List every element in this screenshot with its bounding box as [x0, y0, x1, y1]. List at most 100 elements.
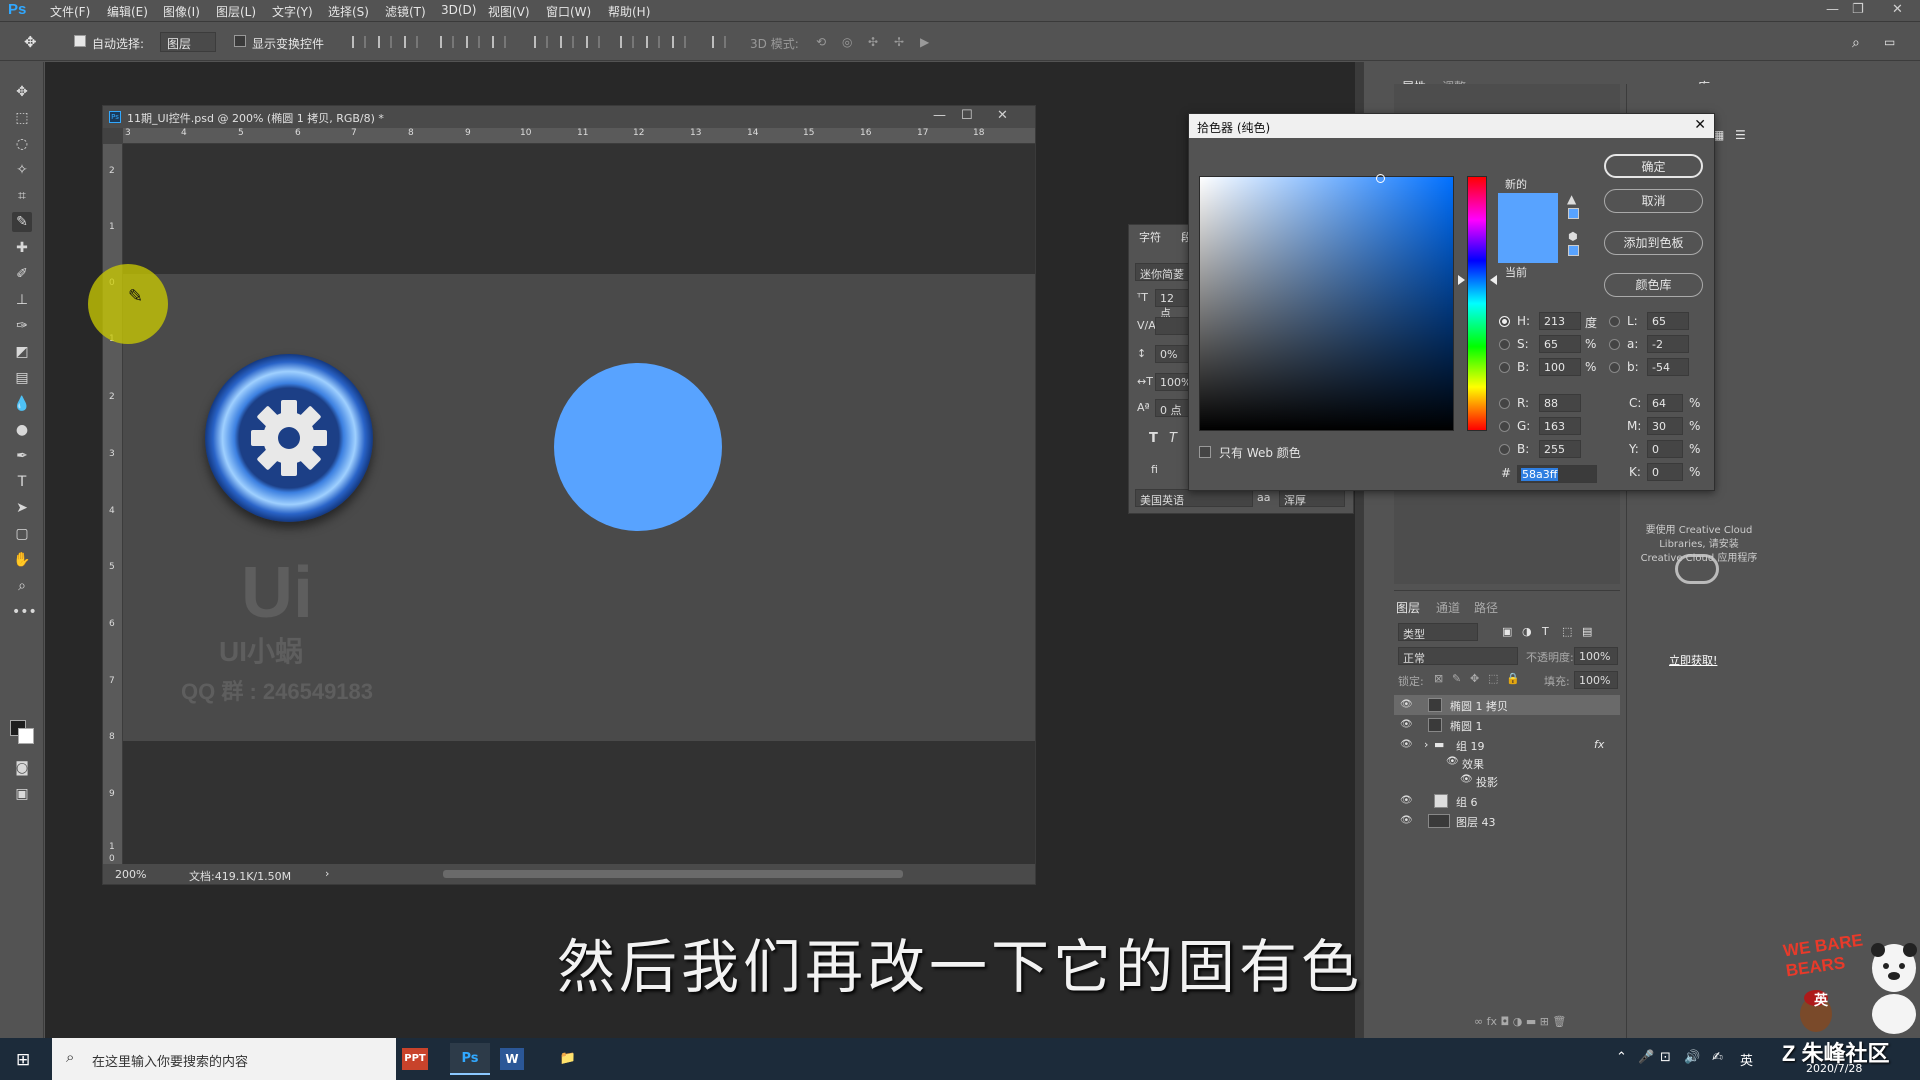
layer-row[interactable]: 👁 › ▬ 组 19 fx [1394, 735, 1620, 755]
distribute-top-icon[interactable] [534, 36, 548, 48]
saturation-field[interactable]: 65 [1539, 335, 1581, 353]
ligature-icon[interactable]: fi [1151, 463, 1158, 476]
crop-tool-icon[interactable]: ⌗ [12, 186, 32, 206]
lock-pixels-icon[interactable]: ✎ [1452, 672, 1461, 685]
filter-shape-icon[interactable]: ⬚ [1562, 625, 1572, 638]
blue-ellipse-shape[interactable] [554, 363, 722, 531]
color-libraries-button[interactable]: 颜色库 [1604, 273, 1703, 297]
menu-help[interactable]: 帮助(H) [608, 3, 650, 20]
menu-layer[interactable]: 图层(L) [216, 3, 256, 20]
lasso-tool-icon[interactable]: ◌ [12, 134, 32, 154]
eye-icon[interactable]: 👁 [1446, 756, 1459, 767]
file-explorer-icon[interactable]: 📁 [548, 1043, 588, 1075]
horizontal-ruler[interactable]: 3 4 5 6 7 8 9 10 11 12 13 14 15 16 17 18 [123, 128, 1035, 144]
hue-slider-handle-right[interactable] [1490, 275, 1497, 285]
anti-alias-dropdown[interactable]: 浑厚 [1279, 489, 1345, 507]
vertical-ruler[interactable]: 2 1 0 1 2 3 4 5 6 7 8 9 1 0 [103, 144, 123, 864]
move-tool-icon[interactable]: ✥ [24, 33, 37, 51]
fx-badge[interactable]: fx [1594, 738, 1604, 751]
word-app-icon[interactable]: W [500, 1048, 524, 1070]
green-field[interactable]: 163 [1539, 417, 1581, 435]
web-safe-cube-icon[interactable]: ⬢ [1568, 230, 1578, 243]
search-icon[interactable]: ⌕ [1852, 35, 1860, 51]
vertical-scale-field[interactable]: 0% [1155, 345, 1189, 363]
tab-paths[interactable]: 路径 [1474, 599, 1498, 616]
language-indicator[interactable]: 英 [1740, 1050, 1753, 1069]
horizontal-scrollbar[interactable] [443, 870, 903, 878]
black-field[interactable]: 0 [1647, 463, 1683, 481]
menu-select[interactable]: 选择(S) [328, 3, 369, 20]
3d-roll-icon[interactable]: ◎ [842, 35, 852, 49]
filter-type-icon[interactable]: T [1542, 625, 1549, 638]
distribute-middle-icon[interactable] [560, 36, 574, 48]
blue-radio[interactable] [1499, 444, 1510, 455]
layer-filter-dropdown[interactable]: 类型 [1398, 623, 1478, 641]
auto-select-dropdown[interactable]: 图层 [160, 32, 216, 52]
shape-tool-icon[interactable]: ▢ [12, 524, 32, 544]
tab-channels[interactable]: 通道 [1436, 599, 1460, 616]
menu-edit[interactable]: 编辑(E) [107, 3, 148, 20]
out-of-gamut-warning-icon[interactable]: ▲ [1567, 192, 1576, 206]
menu-3d[interactable]: 3D(D) [441, 3, 476, 17]
get-now-link[interactable]: 立即获取! [1669, 652, 1717, 668]
filter-pixel-icon[interactable]: ▣ [1502, 625, 1512, 638]
eye-icon[interactable]: 👁 [1400, 815, 1413, 826]
path-select-icon[interactable]: ➤ [12, 498, 32, 518]
settings-gear-icon[interactable] [205, 354, 373, 522]
menu-filter[interactable]: 滤镜(T) [385, 3, 426, 20]
lock-transparent-icon[interactable]: ⊠ [1434, 672, 1443, 685]
ok-button[interactable]: 确定 [1604, 154, 1703, 178]
auto-select-checkbox[interactable] [74, 35, 86, 47]
distribute-left-icon[interactable] [620, 36, 634, 48]
brightness-field[interactable]: 100 [1539, 358, 1581, 376]
lab-a-field[interactable]: -2 [1647, 335, 1689, 353]
windows-start-icon[interactable]: ⊞ [16, 1050, 30, 1070]
network-icon[interactable]: ⊡ [1660, 1050, 1671, 1065]
blur-tool-icon[interactable]: 💧 [12, 394, 32, 414]
cancel-button[interactable]: 取消 [1604, 189, 1703, 213]
document-title-bar[interactable]: Ps 11期_UI控件.psd @ 200% (椭圆 1 拷贝, RGB/8) … [103, 106, 1035, 128]
screen-mode-icon[interactable]: ▣ [12, 784, 32, 804]
lock-artboard-icon[interactable]: ⬚ [1488, 672, 1498, 685]
workspace-icon[interactable]: ▭ [1884, 35, 1895, 49]
align-left-icon[interactable] [440, 36, 454, 48]
horizontal-scale-field[interactable]: 100% [1155, 373, 1191, 391]
gradient-tool-icon[interactable]: ▤ [12, 368, 32, 388]
eye-icon[interactable]: 👁 [1400, 699, 1413, 710]
layer-footer-icons[interactable]: ∞ fx ◘ ◑ ▬ ⊞ 🗑 [1474, 1015, 1566, 1028]
brush-tool-icon[interactable]: ✐ [12, 264, 32, 284]
menu-view[interactable]: 视图(V) [488, 3, 530, 20]
web-safe-swatch[interactable] [1568, 245, 1579, 256]
3d-rotate-icon[interactable]: ⟲ [816, 35, 826, 49]
baseline-field[interactable]: 0 点 [1155, 399, 1189, 417]
marquee-tool-icon[interactable]: ⬚ [12, 108, 32, 128]
lock-all-icon[interactable]: 🔒 [1506, 672, 1520, 685]
hue-slider[interactable] [1467, 176, 1487, 431]
clone-stamp-icon[interactable]: ⊥ [12, 290, 32, 310]
history-brush-icon[interactable]: ✑ [12, 316, 32, 336]
zoom-tool-icon[interactable]: ⌕ [12, 576, 32, 596]
align-middle-icon[interactable] [378, 36, 392, 48]
volume-icon[interactable]: 🔊 [1684, 1050, 1700, 1065]
eye-icon[interactable]: 👁 [1460, 774, 1473, 785]
pen-icon[interactable]: ✍ [1712, 1050, 1723, 1065]
distribute-right-icon[interactable] [672, 36, 686, 48]
healing-brush-icon[interactable]: ✚ [12, 238, 32, 258]
hue-slider-handle-left[interactable] [1458, 275, 1465, 285]
lab-b-field[interactable]: -54 [1647, 358, 1689, 376]
close-button[interactable]: ✕ [1892, 2, 1903, 17]
3d-pan-icon[interactable]: ✣ [868, 35, 878, 49]
background-color-swatch[interactable] [18, 728, 34, 744]
cyan-field[interactable]: 64 [1647, 394, 1683, 412]
layer-row[interactable]: 👁 效果 [1394, 753, 1620, 771]
3d-scale-icon[interactable]: ▶ [920, 35, 929, 49]
eyedropper-tool-icon[interactable]: ✎ [12, 212, 32, 232]
align-top-icon[interactable] [352, 36, 366, 48]
align-center-icon[interactable] [466, 36, 480, 48]
zoom-level[interactable]: 200% [115, 868, 146, 881]
faux-bold-icon[interactable]: T [1149, 431, 1158, 446]
font-family-field[interactable]: 迷你简菱 [1135, 263, 1189, 281]
eraser-tool-icon[interactable]: ◩ [12, 342, 32, 362]
filter-adjust-icon[interactable]: ◑ [1522, 625, 1532, 638]
doc-close-button[interactable]: ✕ [997, 108, 1008, 123]
